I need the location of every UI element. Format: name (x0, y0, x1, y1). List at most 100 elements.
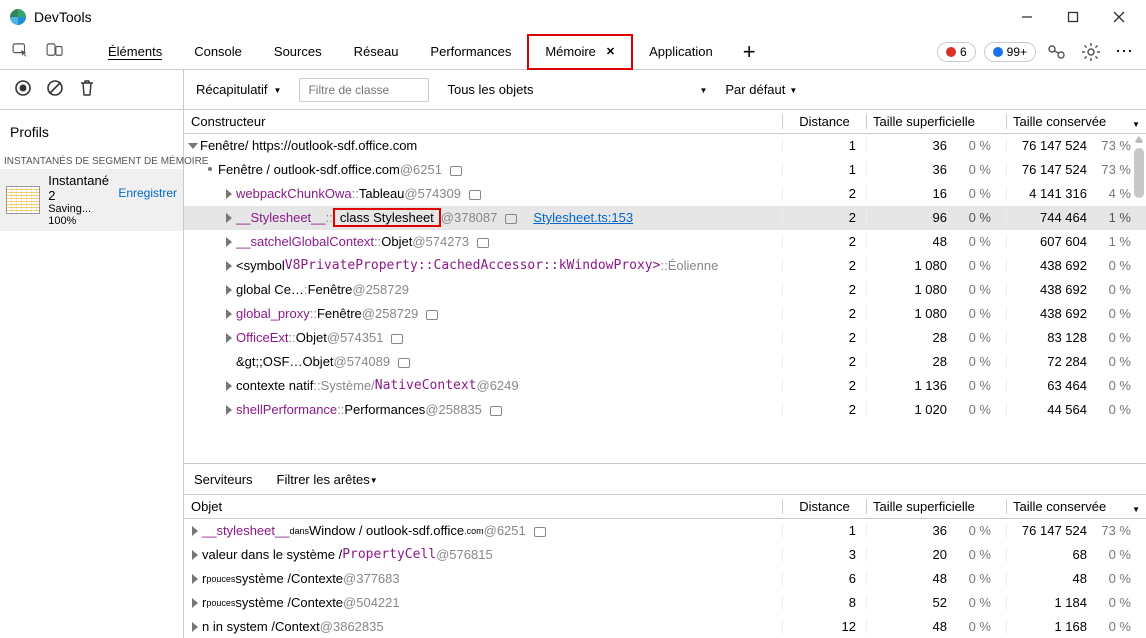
table-row[interactable]: contexte natif :: Système/ NativeContext… (184, 374, 1146, 398)
tab-performance[interactable]: Performances (414, 34, 527, 70)
minimize-button[interactable] (1004, 0, 1050, 34)
element-icon (426, 310, 438, 320)
table-row[interactable]: global Ce… : Fenêtre @25872921 0800 %438… (184, 278, 1146, 302)
element-icon (469, 190, 481, 200)
table-row[interactable]: r pouces système / Contexte @3776836480 … (184, 567, 1146, 591)
retainers-header-row: Objet Distance Taille superficielle Tail… (184, 495, 1146, 519)
retainers-table[interactable]: __stylesheet__ dans Window / outlook-sdf… (184, 519, 1146, 638)
edge-logo-icon (10, 9, 26, 25)
table-row[interactable]: Fenêtre / outlook-sdf.office.com @625113… (184, 158, 1146, 182)
summary-select[interactable]: Récapitulatif (196, 82, 281, 97)
more-menu-icon[interactable]: ⋯ (1112, 39, 1138, 65)
expand-icon[interactable] (192, 526, 198, 536)
col-distance[interactable]: Distance (782, 114, 866, 129)
filter-edges[interactable]: Filtrer les arêtes (277, 472, 378, 487)
snapshot-name: Instantané 2 (48, 173, 118, 203)
memory-toolbar: Récapitulatif Tous les objets Par défaut (0, 70, 1146, 110)
source-link[interactable]: Stylesheet.ts:153 (533, 210, 633, 225)
element-icon (450, 166, 462, 176)
expand-icon[interactable] (226, 309, 232, 319)
delete-icon[interactable] (78, 79, 96, 100)
info-badge[interactable]: 99+ (984, 42, 1036, 62)
tab-sources[interactable]: Sources (258, 34, 338, 70)
save-link[interactable]: Enregistrer (118, 186, 177, 200)
table-row[interactable]: <symbol V8PrivateProperty::CachedAccesso… (184, 254, 1146, 278)
sort-select[interactable]: Par défaut (725, 82, 797, 97)
class-badge: class Stylesheet (333, 208, 441, 227)
table-row[interactable]: webpackChunkOwa :: Tableau @5743092160 %… (184, 182, 1146, 206)
table-row[interactable]: OfficeExt :: Objet @5743512280 %83 1280 … (184, 326, 1146, 350)
element-icon (477, 238, 489, 248)
profils-label: Profils (0, 110, 183, 154)
snapshot-icon (6, 186, 40, 214)
element-icon (534, 527, 546, 537)
retainers-toolbar: Serviteurs Filtrer les arêtes (184, 463, 1146, 495)
error-dot-icon (946, 47, 956, 57)
expand-icon[interactable] (226, 261, 232, 271)
table-row[interactable]: n in system / Context @386283512480 %1 1… (184, 615, 1146, 638)
scrollbar-thumb[interactable] (1134, 148, 1144, 198)
objects-select[interactable]: Tous les objets (447, 82, 707, 97)
element-icon (505, 214, 517, 224)
scroll-up-icon[interactable] (1134, 136, 1144, 143)
constructors-header-row: Constructeur Distance Taille superficiel… (184, 110, 1146, 134)
profiles-sidebar: Profils INSTANTANÉS DE SEGMENT DE MÉMOIR… (0, 110, 184, 638)
settings-gear-icon[interactable] (1078, 39, 1104, 65)
expand-icon[interactable] (226, 333, 232, 343)
maximize-button[interactable] (1050, 0, 1096, 34)
close-tab-icon[interactable]: ✕ (606, 45, 615, 58)
table-row[interactable]: shellPerformance :: Performances @258835… (184, 398, 1146, 422)
table-row[interactable]: valeur dans le système / PropertyCell @5… (184, 543, 1146, 567)
col-shallow-b[interactable]: Taille superficielle (866, 499, 1006, 514)
expand-icon[interactable] (226, 213, 232, 223)
expand-icon[interactable] (192, 550, 198, 560)
expand-icon[interactable] (226, 189, 232, 199)
errors-badge[interactable]: 6 (937, 42, 976, 62)
tab-network[interactable]: Réseau (338, 34, 415, 70)
bullet-icon (208, 167, 212, 171)
device-toggle-icon[interactable] (46, 43, 64, 60)
record-icon[interactable] (14, 79, 32, 100)
table-row[interactable]: Fenêtre / https://outlook-sdf.office.com… (184, 134, 1146, 158)
snapshot-status: Saving... 100% (48, 203, 118, 227)
col-shallow[interactable]: Taille superficielle (866, 114, 1006, 129)
class-filter-input[interactable] (299, 78, 429, 102)
tabs-bar: Éléments Console Sources Réseau Performa… (0, 34, 1146, 70)
table-row[interactable]: global_proxy :: Fenêtre @25872921 0800 %… (184, 302, 1146, 326)
col-retained[interactable]: Taille conservée (1006, 114, 1146, 129)
table-row[interactable]: r pouces système / Contexte @5042218520 … (184, 591, 1146, 615)
expand-icon[interactable] (226, 237, 232, 247)
table-row[interactable]: __stylesheet__ dans Window / outlook-sdf… (184, 519, 1146, 543)
tab-console[interactable]: Console (178, 34, 258, 70)
snapshot-item[interactable]: Instantané 2 Saving... 100% Enregistrer (0, 169, 183, 231)
clear-icon[interactable] (46, 79, 64, 100)
window-title: DevTools (34, 9, 92, 25)
expand-icon[interactable] (226, 285, 232, 295)
tab-elements[interactable]: Éléments (92, 34, 178, 70)
info-dot-icon (993, 47, 1003, 57)
expand-icon[interactable] (192, 574, 198, 584)
expand-icon[interactable] (188, 143, 198, 149)
inspect-icon[interactable] (12, 43, 30, 60)
constructors-table[interactable]: Fenêtre / https://outlook-sdf.office.com… (184, 134, 1146, 463)
expand-icon[interactable] (226, 381, 232, 391)
table-row[interactable]: __Stylesheet__ ::class Stylesheet@378087… (184, 206, 1146, 230)
retainers-label[interactable]: Serviteurs (194, 472, 253, 487)
element-icon (391, 334, 403, 344)
col-object[interactable]: Objet (184, 499, 782, 514)
expand-icon[interactable] (226, 405, 232, 415)
expand-icon[interactable] (192, 598, 198, 608)
col-distance-b[interactable]: Distance (782, 499, 866, 514)
tools-icon[interactable] (1044, 39, 1070, 65)
table-row[interactable]: &gt;;OSF… Objet @5740892280 %72 2840 % (184, 350, 1146, 374)
col-retained-b[interactable]: Taille conservée (1006, 499, 1146, 514)
heap-snapshots-header: INSTANTANÉS DE SEGMENT DE MÉMOIRE (0, 154, 183, 169)
tab-memory[interactable]: Mémoire ✕ (527, 34, 633, 70)
add-tab-button[interactable]: + (729, 39, 770, 65)
close-button[interactable] (1096, 0, 1142, 34)
tab-application[interactable]: Application (633, 34, 729, 70)
col-constructor[interactable]: Constructeur (184, 114, 782, 129)
expand-icon[interactable] (192, 622, 198, 632)
element-icon (490, 406, 502, 416)
table-row[interactable]: __satchelGlobalContext :: Objet @5742732… (184, 230, 1146, 254)
